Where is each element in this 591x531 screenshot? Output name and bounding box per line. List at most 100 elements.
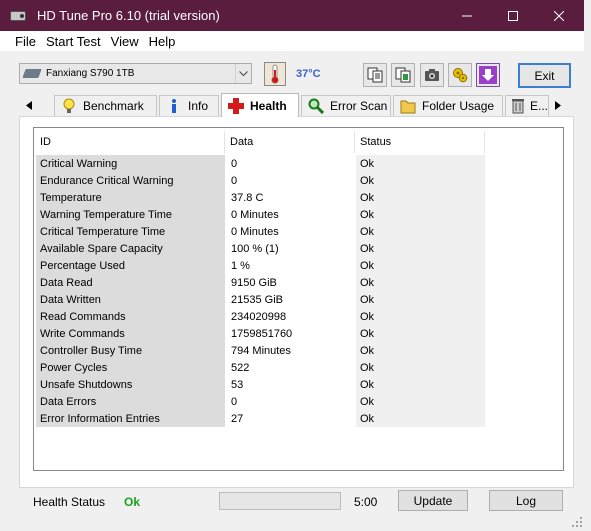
row-status-cell: Ok — [356, 274, 485, 291]
row-id-cell: Endurance Critical Warning — [36, 172, 225, 189]
menu-help[interactable]: Help — [144, 34, 181, 49]
row-id-cell: Data Read — [36, 274, 225, 291]
copy-image-icon — [395, 67, 411, 83]
row-id-cell: Write Commands — [36, 325, 225, 342]
row-id-cell: Error Information Entries — [36, 410, 225, 427]
tab-scroll-left-button[interactable] — [22, 96, 36, 114]
chevron-right-icon — [555, 100, 561, 110]
save-button[interactable] — [476, 63, 500, 87]
row-data-cell: 27 — [227, 410, 354, 427]
close-button[interactable] — [536, 0, 582, 31]
chevron-left-icon — [26, 100, 32, 110]
tab-health[interactable]: Health — [221, 93, 299, 117]
red-cross-icon — [228, 97, 244, 114]
table-row[interactable]: Percentage Used 1 % Ok — [36, 257, 486, 274]
close-icon — [554, 10, 564, 21]
row-id-cell: Critical Warning — [36, 155, 225, 172]
maximize-icon — [508, 10, 518, 21]
minimize-icon — [462, 15, 472, 16]
row-data-cell: 0 — [227, 155, 354, 172]
hd-tune-app-icon — [10, 8, 26, 24]
log-button[interactable]: Log — [489, 490, 563, 511]
refresh-timer: 5:00 — [354, 495, 378, 509]
thermometer-icon — [264, 62, 286, 86]
ssd-drive-icon — [22, 69, 42, 78]
row-status-cell: Ok — [356, 223, 485, 240]
column-header-data[interactable]: Data — [226, 131, 355, 153]
row-status-cell: Ok — [356, 342, 485, 359]
tab-folder-usage[interactable]: Folder Usage — [393, 95, 503, 116]
table-row[interactable]: Critical Warning 0 Ok — [36, 155, 486, 172]
table-row[interactable]: Warning Temperature Time 0 Minutes Ok — [36, 206, 486, 223]
download-arrow-icon — [479, 66, 497, 84]
row-id-cell: Critical Temperature Time — [36, 223, 225, 240]
row-id-cell: Power Cycles — [36, 359, 225, 376]
update-button[interactable]: Update — [398, 490, 468, 511]
table-row[interactable]: Read Commands 234020998 Ok — [36, 308, 486, 325]
row-status-cell: Ok — [356, 410, 485, 427]
table-row[interactable]: Critical Temperature Time 0 Minutes Ok — [36, 223, 486, 240]
trash-icon — [512, 98, 524, 114]
table-row[interactable]: Endurance Critical Warning 0 Ok — [36, 172, 486, 189]
copy-text-button[interactable] — [363, 63, 387, 87]
maximize-button[interactable] — [490, 0, 536, 31]
table-row[interactable]: Write Commands 1759851760 Ok — [36, 325, 486, 342]
tab-erase[interactable]: E... — [505, 95, 549, 116]
health-status-value: Ok — [124, 495, 141, 509]
table-row[interactable]: Available Spare Capacity 100 % (1) Ok — [36, 240, 486, 257]
table-row[interactable]: Data Written 21535 GiB Ok — [36, 291, 486, 308]
table-row[interactable]: Data Errors 0 Ok — [36, 393, 486, 410]
row-data-cell: 234020998 — [227, 308, 354, 325]
chevron-down-icon[interactable] — [235, 64, 251, 83]
table-row[interactable]: Data Read 9150 GiB Ok — [36, 274, 486, 291]
title-bar: HD Tune Pro 6.10 (trial version) — [0, 0, 584, 31]
row-data-cell: 53 — [227, 376, 354, 393]
column-header-status[interactable]: Status — [356, 131, 485, 153]
health-status-label: Health Status — [33, 495, 106, 509]
row-data-cell: 1 % — [227, 257, 354, 274]
row-id-cell: Unsafe Shutdowns — [36, 376, 225, 393]
options-button[interactable] — [448, 63, 472, 87]
row-data-cell: 0 — [227, 393, 354, 410]
lightbulb-icon — [61, 98, 77, 114]
minimize-button[interactable] — [444, 0, 490, 31]
row-data-cell: 1759851760 — [227, 325, 354, 342]
table-row[interactable]: Unsafe Shutdowns 53 Ok — [36, 376, 486, 393]
row-status-cell: Ok — [356, 359, 485, 376]
copy-screenshot-button[interactable] — [391, 63, 415, 87]
magnifier-icon — [308, 98, 324, 114]
row-id-cell: Temperature — [36, 189, 225, 206]
row-data-cell: 0 Minutes — [227, 223, 354, 240]
row-data-cell: 794 Minutes — [227, 342, 354, 359]
table-row[interactable]: Temperature 37.8 C Ok — [36, 189, 486, 206]
table-row[interactable]: Error Information Entries 27 Ok — [36, 410, 486, 427]
drive-select-value: Fanxiang S790 1TB — [46, 68, 135, 79]
row-status-cell: Ok — [356, 155, 485, 172]
menu-file[interactable]: File — [10, 34, 41, 49]
row-id-cell: Percentage Used — [36, 257, 225, 274]
drive-select[interactable]: Fanxiang S790 1TB — [19, 63, 252, 84]
temperature-value: 37°C — [296, 68, 321, 80]
table-row[interactable]: Controller Busy Time 794 Minutes Ok — [36, 342, 486, 359]
row-id-cell: Data Written — [36, 291, 225, 308]
column-header-id[interactable]: ID — [36, 131, 225, 153]
menu-start-test[interactable]: Start Test — [41, 34, 106, 49]
tab-error-scan[interactable]: Error Scan — [301, 95, 391, 116]
row-status-cell: Ok — [356, 189, 485, 206]
menu-view[interactable]: View — [106, 34, 144, 49]
tab-scroll-right-button[interactable] — [551, 96, 565, 114]
tab-benchmark[interactable]: Benchmark — [54, 95, 157, 116]
exit-button[interactable]: Exit — [518, 63, 571, 88]
row-status-cell: Ok — [356, 257, 485, 274]
row-status-cell: Ok — [356, 206, 485, 223]
resize-grip-icon[interactable] — [571, 516, 583, 528]
tab-label: Folder Usage — [422, 99, 495, 113]
info-icon — [166, 98, 182, 114]
camera-icon — [425, 69, 439, 81]
screenshot-button[interactable] — [420, 63, 444, 87]
health-progress-bar — [219, 492, 341, 510]
tab-info[interactable]: Info — [159, 95, 219, 116]
menu-bar: File Start Test View Help — [0, 31, 584, 51]
table-row[interactable]: Power Cycles 522 Ok — [36, 359, 486, 376]
tab-label: Info — [188, 99, 209, 113]
